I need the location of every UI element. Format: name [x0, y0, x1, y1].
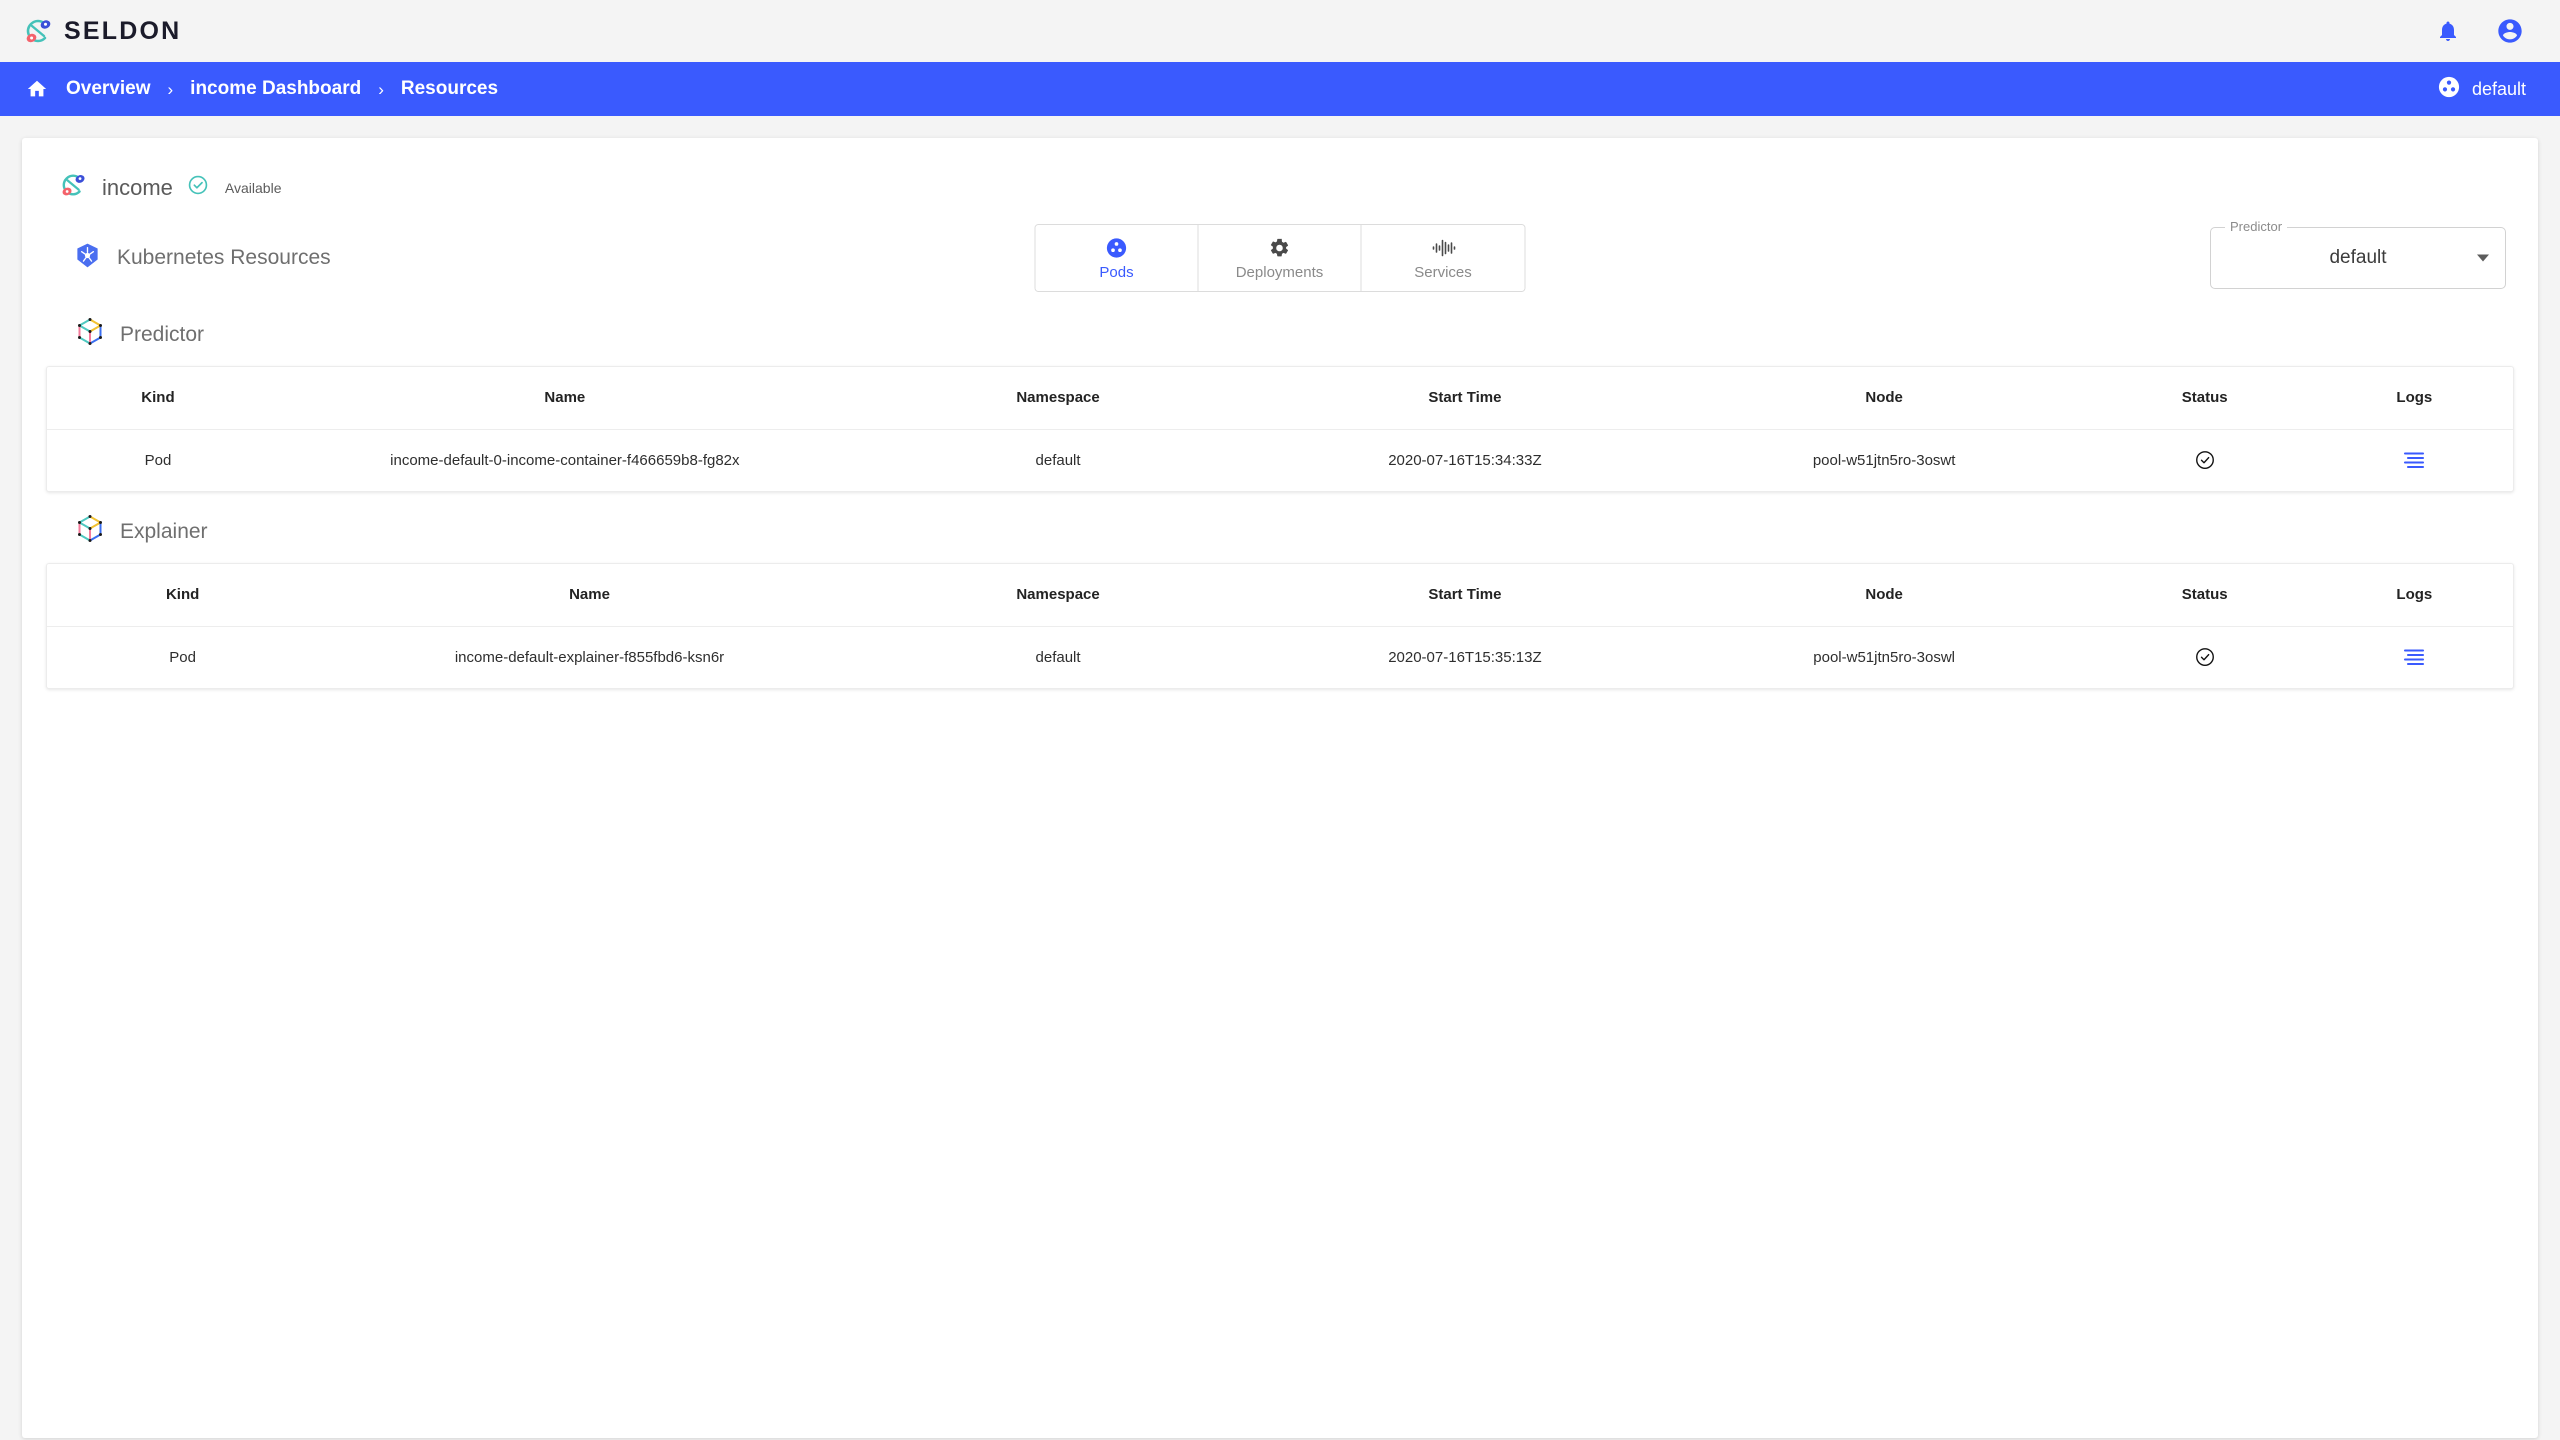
table-header-row: Kind Name Namespace Start Time Node Stat… — [47, 564, 2513, 627]
column-header-start-time: Start Time — [1255, 564, 1675, 627]
predictor-select-label: Predictor — [2225, 219, 2288, 234]
home-icon[interactable] — [26, 78, 48, 100]
breadcrumb-item-overview[interactable]: Overview — [66, 78, 151, 100]
column-header-node: Node — [1674, 564, 2094, 627]
column-header-status: Status — [2093, 367, 2316, 430]
column-header-name: Name — [318, 564, 861, 627]
status-badge: Available — [224, 179, 282, 196]
predictor-table: Kind Name Namespace Start Time Node Stat… — [47, 367, 2513, 491]
table-header-row: Kind Name Namespace Start Time Node Stat… — [47, 367, 2513, 430]
cell-node: pool-w51jtn5ro-3oswl — [1813, 648, 1956, 666]
gear-icon — [1269, 235, 1291, 261]
tab-services[interactable]: Services — [1361, 225, 1525, 291]
column-header-namespace: Namespace — [860, 367, 1256, 430]
check-circle-icon — [187, 174, 209, 201]
breadcrumb-item-resources: Resources — [400, 78, 499, 99]
cell-node: pool-w51jtn5ro-3oswt — [1812, 451, 1956, 469]
predictor-select-wrapper: Predictor default — [2210, 219, 2506, 289]
kubernetes-resources-label: Kubernetes Resources — [117, 246, 331, 269]
page-title: income — [102, 174, 173, 200]
seldon-logo-icon — [24, 17, 54, 45]
column-header-logs: Logs — [2315, 367, 2513, 430]
top-header: SELDON — [0, 0, 2560, 62]
tab-services-label: Services — [1414, 264, 1472, 281]
cell-status — [2094, 429, 2316, 491]
brand[interactable]: SELDON — [24, 17, 181, 46]
column-header-node: Node — [1674, 367, 2094, 430]
column-header-start-time: Start Time — [1255, 367, 1675, 430]
breadcrumb-separator: › — [167, 79, 174, 99]
column-header-kind: Kind — [47, 564, 319, 627]
bell-icon[interactable] — [2432, 15, 2464, 47]
table-row: Pod income-default-explainer-f855fbd6-ks… — [47, 626, 2513, 688]
explainer-table-card: Kind Name Namespace Start Time Node Stat… — [46, 563, 2514, 689]
logs-lines-icon[interactable] — [2316, 648, 2513, 666]
section-title-predictor: Predictor — [46, 295, 2514, 366]
kubernetes-icon — [2438, 76, 2460, 103]
breadcrumb-bar: Overview › income Dashboard › Resources … — [0, 62, 2560, 116]
breadcrumb: Overview › income Dashboard › Resources — [26, 78, 498, 100]
cell-name: income-default-0-income-container-f46665… — [390, 451, 740, 469]
cell-kind: Pod — [169, 648, 196, 666]
tab-pods[interactable]: Pods — [1035, 225, 1199, 291]
predictor-select[interactable]: Predictor default — [2210, 219, 2506, 289]
cell-namespace: default — [1035, 451, 1081, 469]
logs-lines-icon[interactable] — [2316, 451, 2513, 469]
content-card: income Available Kubernetes Resources Po… — [22, 138, 2538, 1438]
tab-deployments-label: Deployments — [1235, 264, 1324, 281]
resource-type-toggle-group: Pods Deployments Services — [1034, 224, 1526, 292]
cube-icon — [76, 317, 104, 352]
predictor-select-value: default — [2329, 247, 2387, 268]
table-row: Pod income-default-0-income-container-f4… — [47, 429, 2513, 491]
account-circle-icon[interactable] — [2494, 15, 2526, 47]
cell-start-time: 2020-07-16T15:35:13Z — [1388, 648, 1542, 666]
waveform-icon — [1430, 235, 1456, 261]
kubernetes-resources-title: Kubernetes Resources — [46, 242, 331, 274]
column-header-logs: Logs — [2315, 564, 2513, 627]
model-header: income Available — [46, 160, 2514, 209]
section-title-explainer-label: Explainer — [120, 519, 208, 543]
check-circle-outline-icon — [2094, 449, 2316, 471]
breadcrumb-separator: › — [378, 79, 384, 99]
section-title-predictor-label: Predictor — [120, 322, 205, 346]
column-header-status: Status — [2093, 564, 2316, 627]
brand-wordmark: SELDON — [64, 16, 182, 45]
cell-status — [2094, 626, 2316, 688]
predictor-table-card: Kind Name Namespace Start Time Node Stat… — [46, 366, 2514, 492]
cell-kind: Pod — [144, 451, 172, 469]
cube-icon — [76, 514, 104, 549]
breadcrumb-item-income-dashboard[interactable]: income Dashboard — [190, 78, 361, 100]
namespace-label: default — [2471, 78, 2526, 99]
cell-logs[interactable] — [2316, 626, 2513, 688]
seldon-deployment-icon — [60, 172, 88, 203]
column-header-kind: Kind — [47, 367, 269, 430]
check-circle-outline-icon — [2094, 646, 2316, 668]
cell-start-time: 2020-07-16T15:34:33Z — [1388, 451, 1542, 469]
resources-toolbar: Kubernetes Resources Pods Deployments Se… — [46, 209, 2514, 295]
cell-namespace: default — [1035, 648, 1081, 666]
kubernetes-pod-icon — [1106, 235, 1128, 261]
cell-name: income-default-explainer-f855fbd6-ksn6r — [454, 648, 725, 666]
namespace-selector[interactable]: default — [2438, 76, 2526, 103]
header-actions — [2432, 15, 2526, 47]
chevron-down-icon[interactable] — [2477, 254, 2489, 262]
explainer-table: Kind Name Namespace Start Time Node Stat… — [47, 564, 2513, 688]
column-header-name: Name — [268, 367, 861, 430]
column-header-namespace: Namespace — [860, 564, 1256, 627]
kubernetes-icon — [74, 242, 101, 274]
tab-deployments[interactable]: Deployments — [1198, 225, 1362, 291]
section-title-explainer: Explainer — [46, 492, 2514, 563]
tab-pods-label: Pods — [1099, 264, 1134, 281]
cell-logs[interactable] — [2316, 429, 2513, 491]
